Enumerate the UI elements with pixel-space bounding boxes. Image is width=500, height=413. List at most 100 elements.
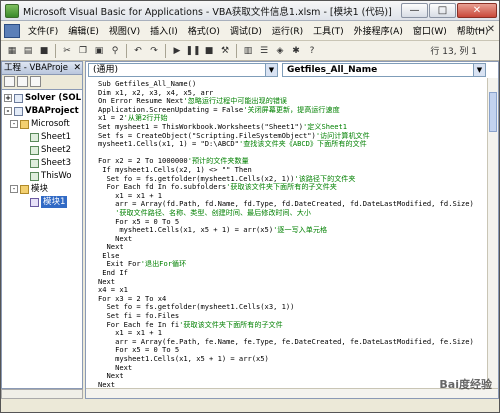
undo-icon[interactable]: ↶ xyxy=(131,44,145,58)
tree-node-excel-objects[interactable]: - Microsoft xyxy=(10,118,70,130)
code-line[interactable]: Exit For'退出For循环 xyxy=(98,260,486,269)
menu-view[interactable]: 视图(V) xyxy=(104,24,145,37)
cursor-position: 行 13, 列 1 xyxy=(430,47,477,57)
code-line[interactable]: Next xyxy=(98,363,486,373)
folder-icon xyxy=(20,184,29,194)
project-icon xyxy=(14,93,23,103)
insert-module-icon[interactable]: ▤ xyxy=(21,44,35,58)
window-title: Microsoft Visual Basic for Applications … xyxy=(23,6,392,18)
object-dropdown[interactable]: (通用) ▼ xyxy=(88,63,278,77)
view-object-icon[interactable] xyxy=(17,76,28,87)
collapse-icon[interactable]: - xyxy=(4,107,12,115)
menu-format[interactable]: 格式(O) xyxy=(183,24,225,37)
menu-edit[interactable]: 编辑(E) xyxy=(63,24,104,37)
code-comment: '关闭屏幕更新，提高运行速度 xyxy=(243,104,340,114)
design-mode-icon[interactable]: ⚒ xyxy=(218,44,232,58)
cut-icon[interactable]: ✂ xyxy=(60,44,74,58)
view-code-icon[interactable] xyxy=(4,76,15,87)
object-dropdown-value: (通用) xyxy=(93,65,119,75)
tree-node-label: Sheet3 xyxy=(41,158,71,168)
find-icon[interactable]: ⚲ xyxy=(108,44,122,58)
code-comment: '获取该文件夹下面所有的子文件 xyxy=(179,319,283,329)
code-line[interactable]: mysheet1.Cells(x1, x5 + 1) = arr(x5) xyxy=(98,354,486,364)
project-explorer-title[interactable]: 工程 - VBAProje ✕ xyxy=(1,61,83,75)
reset-icon[interactable]: ■ xyxy=(202,44,216,58)
code-vertical-scrollbar[interactable] xyxy=(487,78,498,390)
toolbar-separator xyxy=(126,43,127,58)
scroll-thumb[interactable] xyxy=(489,92,497,132)
toggle-folders-icon[interactable] xyxy=(30,76,41,87)
menu-insert[interactable]: 插入(I) xyxy=(145,24,183,37)
standard-toolbar: ▦ ▤ ■ ✂ ❐ ▣ ⚲ ↶ ↷ ▶ ❚❚ ■ ⚒ ▥ ☰ ◈ ✱ ? 行 1… xyxy=(1,41,499,61)
tree-node-label: Sheet1 xyxy=(41,132,71,142)
procedure-dropdown[interactable]: Getfiles_All_Name ▼ xyxy=(282,63,486,77)
watermark: Bai度经验 xyxy=(439,378,492,391)
collapse-icon[interactable]: - xyxy=(10,185,18,193)
toolbar-separator xyxy=(55,43,56,58)
redo-icon[interactable]: ↷ xyxy=(147,44,161,58)
tree-node-label: VBAProject xyxy=(25,106,79,116)
close-button[interactable]: ✕ xyxy=(457,3,497,18)
view-excel-icon[interactable]: ▦ xyxy=(5,44,19,58)
paste-icon[interactable]: ▣ xyxy=(92,44,106,58)
folder-icon xyxy=(20,119,29,129)
code-line[interactable]: End If xyxy=(98,268,486,278)
tree-node-module1[interactable]: 模块1 xyxy=(30,196,68,208)
minimize-button[interactable]: — xyxy=(401,3,428,18)
chevron-down-icon[interactable]: ▼ xyxy=(265,64,277,76)
module-icon xyxy=(30,197,39,207)
menu-tools[interactable]: 工具(T) xyxy=(308,24,349,37)
run-icon[interactable]: ▶ xyxy=(170,44,184,58)
code-line[interactable]: Next xyxy=(98,277,486,287)
title-bar[interactable]: Microsoft Visual Basic for Applications … xyxy=(1,1,499,21)
excel-icon[interactable] xyxy=(4,23,20,38)
tree-node-label: ThisWo xyxy=(41,171,72,181)
tree-node-label: Sheet2 xyxy=(41,145,71,155)
tree-node-label: Microsoft xyxy=(31,119,70,129)
properties-icon[interactable]: ☰ xyxy=(257,44,271,58)
tree-node-sheet2[interactable]: Sheet2 xyxy=(30,144,71,156)
project-explorer-icon[interactable]: ▥ xyxy=(241,44,255,58)
code-comment: '查找该文件夹《ABCD》下面所有的文件 xyxy=(238,139,367,149)
window-controls: — □ ✕ xyxy=(401,3,497,18)
tree-node-thisworkbook[interactable]: ThisWo xyxy=(30,170,71,182)
project-tree-scrollbar[interactable] xyxy=(1,389,83,399)
save-icon[interactable]: ■ xyxy=(37,44,51,58)
object-browser-icon[interactable]: ◈ xyxy=(273,44,287,58)
toolbox-icon[interactable]: ✱ xyxy=(289,44,303,58)
vbe-window: Microsoft Visual Basic for Applications … xyxy=(0,0,500,413)
code-line[interactable]: Next xyxy=(98,242,486,252)
tree-node-sheet3[interactable]: Sheet3 xyxy=(30,157,71,169)
help-icon[interactable]: ? xyxy=(305,44,319,58)
code-line[interactable]: mysheet1.Cells(x1, 1) = "D:\ABCD"'查找该文件夹… xyxy=(98,139,486,149)
tree-node-label-selected: 模块1 xyxy=(41,196,68,208)
code-horizontal-scrollbar[interactable] xyxy=(86,388,498,398)
tree-node-modules[interactable]: - 模块 xyxy=(10,183,48,195)
menu-window[interactable]: 窗口(W) xyxy=(408,24,452,37)
tree-node-sheet1[interactable]: Sheet1 xyxy=(30,131,71,143)
chevron-down-icon[interactable]: ▼ xyxy=(473,64,485,76)
menu-file[interactable]: 文件(F) xyxy=(23,24,63,37)
code-window: (通用) ▼ Getfiles_All_Name ▼ Sub Getfiles_… xyxy=(85,61,499,399)
collapse-icon[interactable]: - xyxy=(10,120,18,128)
expand-icon[interactable]: + xyxy=(4,94,12,102)
tree-node-solver[interactable]: + Solver (SOL xyxy=(4,92,81,104)
break-icon[interactable]: ❚❚ xyxy=(185,44,200,58)
code-editor[interactable]: Sub Getfiles_All_Name() Dim x1, x2, x3, x… xyxy=(86,78,486,390)
menu-addins[interactable]: 外接程序(A) xyxy=(349,24,408,37)
sheet-icon xyxy=(30,132,39,142)
child-window-controls[interactable]: — ✕ xyxy=(473,24,495,35)
project-explorer-buttons xyxy=(1,75,83,89)
menu-run[interactable]: 运行(R) xyxy=(267,24,308,37)
code-line[interactable]: mysheet1.Cells(x1, x5 + 1) = arr(x5)'逐一写… xyxy=(98,225,486,235)
copy-icon[interactable]: ❐ xyxy=(76,44,90,58)
project-explorer-close[interactable]: ✕ xyxy=(73,62,81,74)
menu-debug[interactable]: 调试(D) xyxy=(225,24,267,37)
tree-node-label: Solver (SOL xyxy=(25,93,81,103)
code-text: mysheet1.Cells(x1, 1) = "D:\ABCD" xyxy=(98,139,239,149)
tree-node-vbaproject[interactable]: - VBAProject xyxy=(4,105,79,117)
code-line[interactable]: Next xyxy=(98,234,486,244)
code-comment: '退出For循环 xyxy=(140,259,187,269)
code-line[interactable]: Next xyxy=(98,371,486,381)
maximize-button[interactable]: □ xyxy=(429,3,456,18)
